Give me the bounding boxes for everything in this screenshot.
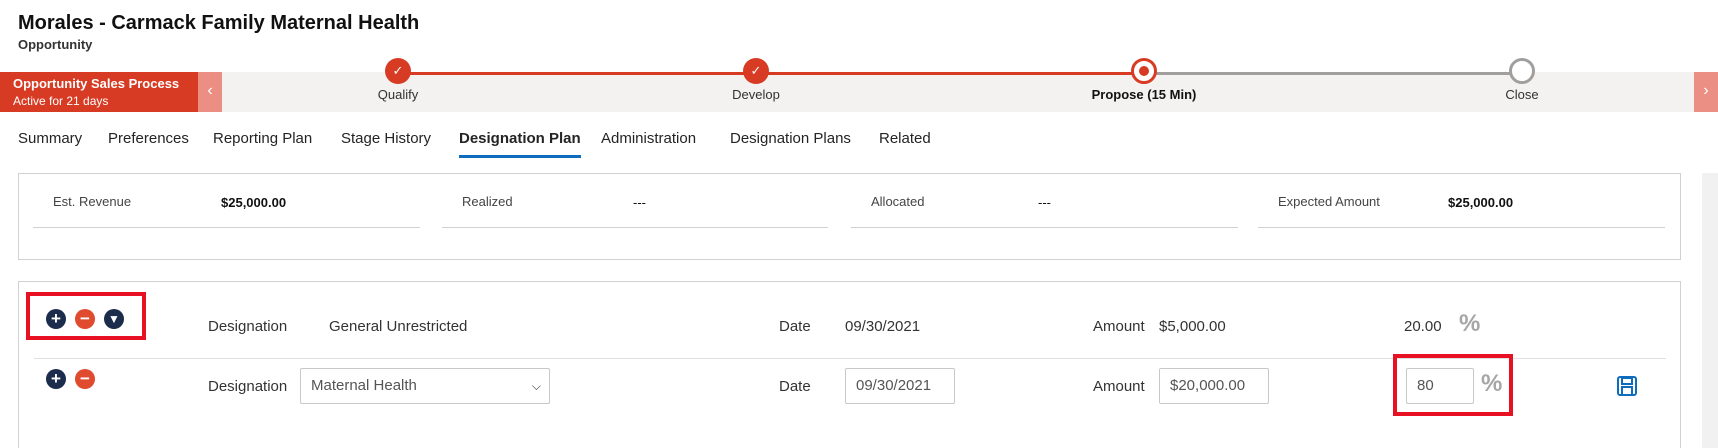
est-revenue-field: Est. Revenue $25,000.00 (33, 192, 420, 228)
chevron-down-icon: ⌵ (531, 379, 541, 393)
process-duration: Active for 21 days (13, 94, 109, 108)
expected-amount-field: Expected Amount $25,000.00 (1258, 192, 1665, 228)
stage-label: Close (1505, 87, 1539, 102)
amount-value: $5,000.00 (1159, 318, 1226, 335)
tab-designation-plans[interactable]: Designation Plans (730, 130, 851, 147)
stage-label: Propose (15 Min) (1091, 87, 1197, 102)
date-label: Date (779, 318, 811, 335)
stage-develop[interactable]: ✓ Develop (666, 58, 846, 102)
amount-label: Amount (1093, 378, 1145, 395)
arrow-down-circle-icon[interactable]: ▼ (104, 309, 124, 329)
revenue-summary-panel: Est. Revenue $25,000.00 Realized --- All… (18, 173, 1681, 260)
allocated-value: --- (1038, 195, 1051, 210)
check-icon: ✓ (743, 58, 769, 84)
minus-circle-icon[interactable]: − (75, 369, 95, 389)
save-icon[interactable] (1616, 375, 1638, 397)
process-name: Opportunity Sales Process (13, 76, 180, 91)
tab-administration[interactable]: Administration (601, 130, 696, 147)
stage-label: Develop (732, 87, 780, 102)
percent-value: 20.00 (1404, 318, 1442, 335)
amount-label: Amount (1093, 318, 1145, 335)
check-icon: ✓ (385, 58, 411, 84)
minus-circle-icon[interactable]: − (75, 309, 95, 329)
percent-icon: % (1481, 370, 1503, 397)
date-label: Date (779, 378, 811, 395)
record-type: Opportunity (18, 37, 93, 52)
allocated-label: Allocated (871, 194, 925, 209)
designation-label: Designation (208, 318, 288, 335)
record-title: Morales - Carmack Family Maternal Health (18, 12, 420, 34)
stage-label: Qualify (377, 87, 419, 102)
stage-close[interactable]: Close (1432, 58, 1612, 102)
chevron-left-icon[interactable]: ‹ (198, 72, 222, 112)
designation-plan-panel: + − ▼ Designation General Unrestricted D… (18, 281, 1681, 448)
plus-circle-icon[interactable]: + (46, 369, 66, 389)
tab-related[interactable]: Related (879, 130, 931, 147)
designation-select-value: Maternal Health (311, 377, 417, 394)
percent-icon: % (1459, 310, 1481, 337)
amount-input[interactable]: $20,000.00 (1159, 368, 1269, 404)
vertical-scrollbar[interactable] (1702, 173, 1718, 448)
est-revenue-label: Est. Revenue (53, 194, 132, 209)
est-revenue-value: $25,000.00 (221, 195, 287, 210)
realized-value: --- (633, 195, 646, 210)
expected-amount-label: Expected Amount (1278, 194, 1380, 209)
active-stage-icon (1131, 58, 1157, 84)
stage-qualify[interactable]: ✓ Qualify (308, 58, 488, 102)
process-flyout[interactable]: Opportunity Sales Process Active for 21 … (0, 72, 198, 112)
designation-select[interactable]: Maternal Health ⌵ (300, 368, 550, 404)
tab-stage-history[interactable]: Stage History (341, 130, 431, 147)
plus-circle-icon[interactable]: + (46, 309, 66, 329)
tab-reporting-plan[interactable]: Reporting Plan (213, 130, 312, 147)
designation-value: General Unrestricted (329, 318, 468, 335)
realized-field: Realized --- (442, 192, 828, 228)
date-value: 09/30/2021 (845, 318, 921, 335)
date-input[interactable]: 09/30/2021 (845, 368, 955, 404)
tab-summary[interactable]: Summary (18, 130, 82, 147)
business-process-flow: Opportunity Sales Process Active for 21 … (0, 58, 1718, 112)
chevron-right-icon[interactable]: › (1694, 72, 1718, 112)
expected-amount-value: $25,000.00 (1448, 195, 1514, 210)
pending-stage-icon (1509, 58, 1535, 84)
tab-designation-plan[interactable]: Designation Plan (459, 130, 581, 158)
stage-propose[interactable]: Propose (15 Min) (1054, 58, 1234, 102)
designation-label: Designation (208, 378, 288, 395)
allocated-field: Allocated --- (851, 192, 1238, 228)
percent-input[interactable]: 80 (1406, 368, 1474, 404)
tab-preferences[interactable]: Preferences (108, 130, 189, 147)
realized-label: Realized (462, 194, 513, 209)
